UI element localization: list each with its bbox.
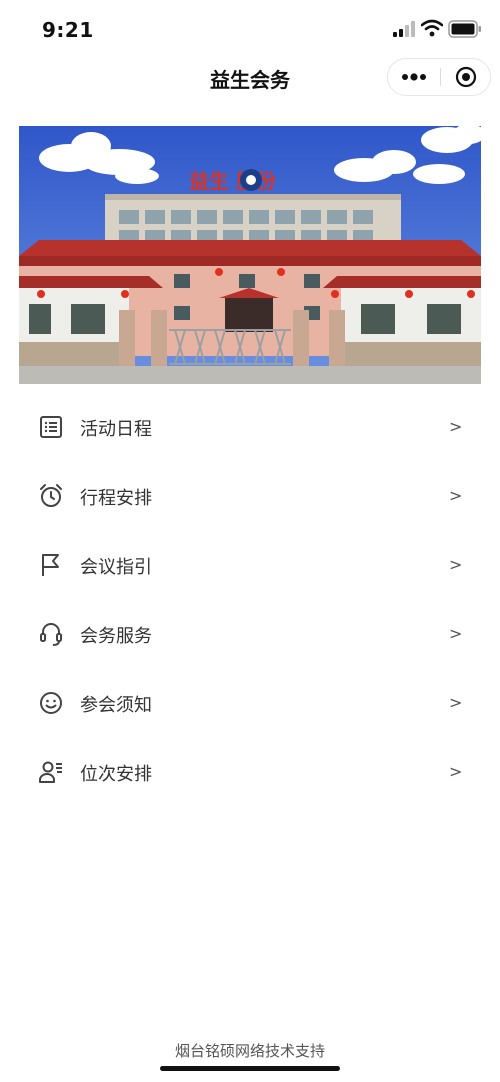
footer-credit: 烟台铭硕网络技术支持 bbox=[174, 1042, 325, 1060]
more-dots-icon bbox=[402, 73, 426, 81]
menu-item-activity-schedule[interactable]: 活动日程 > bbox=[0, 393, 500, 462]
more-button[interactable] bbox=[388, 59, 440, 95]
smile-icon bbox=[40, 692, 62, 714]
banner-image: 益生 股份 bbox=[19, 126, 481, 384]
chevron-right-icon: > bbox=[449, 486, 463, 505]
person-list-icon bbox=[39, 761, 62, 783]
nav-bar: 益生会务 bbox=[0, 58, 500, 98]
close-button[interactable] bbox=[441, 59, 491, 95]
menu-item-meeting-guide[interactable]: 会议指引 > bbox=[0, 531, 500, 600]
menu-item-label: 行程安排 bbox=[80, 488, 152, 509]
status-time: 9:21 bbox=[42, 18, 94, 42]
menu-item-label: 位次安排 bbox=[80, 764, 152, 785]
menu-item-attendance-notice[interactable]: 参会须知 > bbox=[0, 669, 500, 738]
chevron-right-icon: > bbox=[449, 624, 463, 643]
alarm-clock-icon bbox=[40, 484, 62, 507]
menu-item-seating-arrangement[interactable]: 位次安排 > bbox=[0, 738, 500, 807]
status-bar: 9:21 bbox=[0, 0, 500, 58]
chevron-right-icon: > bbox=[449, 417, 463, 436]
menu-item-label: 会务服务 bbox=[80, 626, 152, 647]
home-indicator[interactable] bbox=[160, 1066, 340, 1071]
building-photo: 益生 股份 bbox=[19, 126, 481, 384]
menu-list: 活动日程 > 行程安排 > 会议指引 > 会务服务 > 参会须知 > 位次安排 … bbox=[0, 393, 500, 807]
list-icon bbox=[40, 416, 62, 438]
headset-icon bbox=[40, 623, 62, 646]
menu-item-label: 参会须知 bbox=[80, 695, 152, 716]
chevron-right-icon: > bbox=[449, 762, 463, 781]
menu-item-itinerary[interactable]: 行程安排 > bbox=[0, 462, 500, 531]
menu-item-label: 活动日程 bbox=[80, 419, 152, 440]
signal-icon bbox=[393, 21, 415, 37]
menu-item-conference-service[interactable]: 会务服务 > bbox=[0, 600, 500, 669]
mini-program-capsule bbox=[387, 58, 491, 96]
flag-icon bbox=[42, 554, 59, 576]
rooftop-sign: 益生 股份 bbox=[189, 169, 277, 193]
menu-item-label: 会议指引 bbox=[80, 557, 152, 578]
target-close-icon bbox=[455, 66, 477, 88]
battery-icon bbox=[448, 20, 481, 38]
chevron-right-icon: > bbox=[449, 555, 463, 574]
chevron-right-icon: > bbox=[449, 693, 463, 712]
wifi-icon bbox=[421, 19, 443, 37]
